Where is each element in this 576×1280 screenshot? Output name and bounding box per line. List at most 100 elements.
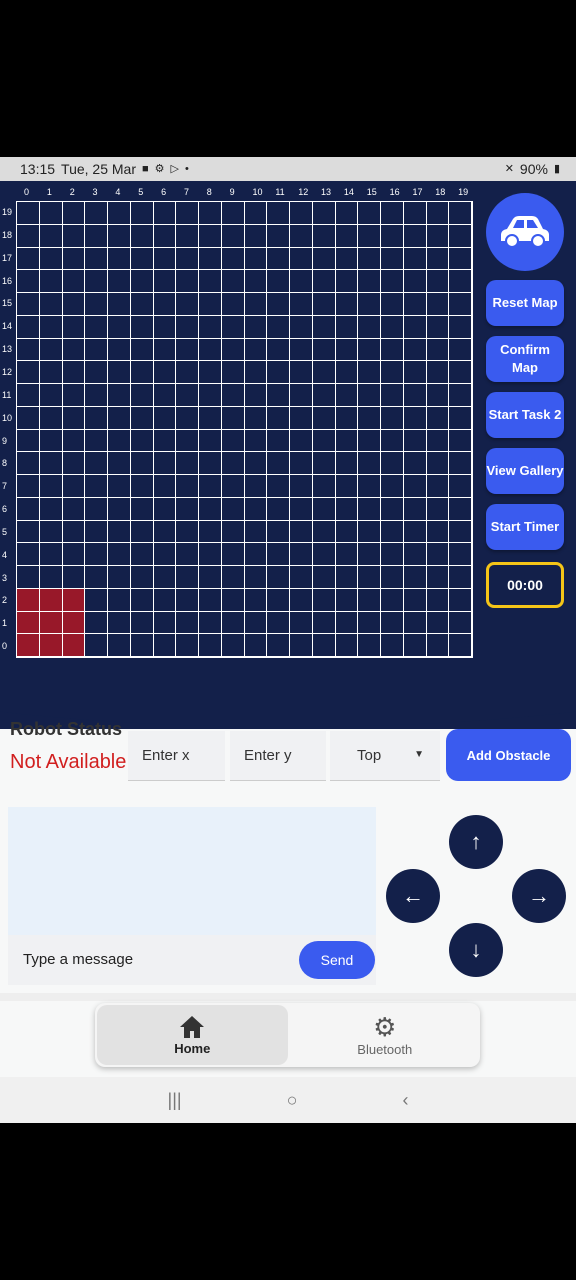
grid-cell[interactable] (290, 384, 313, 407)
grid-cell[interactable] (85, 543, 108, 566)
grid-cell[interactable] (403, 475, 427, 498)
grid-cell[interactable] (130, 338, 154, 362)
grid-cell[interactable] (449, 315, 472, 339)
grid-cell[interactable] (17, 247, 40, 271)
grid-cell[interactable] (244, 338, 268, 362)
grid-cell[interactable] (199, 224, 222, 248)
grid-cell[interactable] (312, 475, 336, 498)
grid-cell[interactable] (176, 361, 199, 384)
grid-cell[interactable] (108, 384, 131, 407)
x-input[interactable]: Enter x (128, 731, 225, 781)
grid-cell[interactable] (62, 543, 86, 566)
grid-cell[interactable] (358, 361, 381, 384)
grid-cell[interactable] (403, 293, 427, 316)
grid-cell[interactable] (335, 543, 359, 566)
grid-cell[interactable] (130, 543, 154, 566)
robot-cell[interactable] (17, 611, 40, 635)
grid-cell[interactable] (267, 315, 290, 339)
grid-cell[interactable] (290, 406, 313, 430)
grid-cell[interactable] (85, 315, 108, 339)
grid-cell[interactable] (403, 361, 427, 384)
grid-cell[interactable] (449, 497, 472, 521)
grid-cell[interactable] (130, 452, 154, 475)
grid-cell[interactable] (62, 270, 86, 293)
grid-cell[interactable] (244, 452, 268, 475)
grid-cell[interactable] (381, 634, 404, 657)
grid-cell[interactable] (267, 520, 290, 544)
grid-cell[interactable] (449, 566, 472, 589)
grid-cell[interactable] (199, 247, 222, 271)
grid-cell[interactable] (221, 361, 245, 384)
grid-cell[interactable] (85, 566, 108, 589)
send-button[interactable]: Send (299, 941, 375, 979)
grid-cell[interactable] (199, 475, 222, 498)
grid-cell[interactable] (426, 520, 450, 544)
grid-cell[interactable] (17, 202, 40, 225)
grid-cell[interactable] (153, 224, 177, 248)
recent-apps-icon[interactable]: ||| (168, 1090, 182, 1111)
grid-cell[interactable] (176, 224, 199, 248)
grid-cell[interactable] (244, 520, 268, 544)
grid-cell[interactable] (130, 634, 154, 657)
grid-cell[interactable] (153, 611, 177, 635)
grid-cell[interactable] (108, 202, 131, 225)
grid-cell[interactable] (358, 497, 381, 521)
grid-cell[interactable] (17, 497, 40, 521)
nav-bluetooth[interactable]: ⚙ Bluetooth (290, 1003, 481, 1067)
grid-cell[interactable] (426, 361, 450, 384)
grid-cell[interactable] (267, 361, 290, 384)
grid-cell[interactable] (108, 315, 131, 339)
grid-cell[interactable] (244, 543, 268, 566)
grid-cell[interactable] (381, 224, 404, 248)
grid-cell[interactable] (244, 384, 268, 407)
grid-cell[interactable] (130, 611, 154, 635)
grid-cell[interactable] (221, 270, 245, 293)
grid-cell[interactable] (39, 406, 63, 430)
grid-cell[interactable] (62, 520, 86, 544)
grid-cell[interactable] (108, 497, 131, 521)
grid-cell[interactable] (17, 406, 40, 430)
grid-cell[interactable] (39, 202, 63, 225)
grid-cell[interactable] (290, 293, 313, 316)
grid-cell[interactable] (267, 247, 290, 271)
grid-cell[interactable] (335, 406, 359, 430)
grid-cell[interactable] (62, 452, 86, 475)
grid-cell[interactable] (449, 202, 472, 225)
reset-map-button[interactable]: Reset Map (486, 280, 564, 326)
move-up-button[interactable]: ↑ (449, 815, 503, 869)
grid-cell[interactable] (199, 497, 222, 521)
grid-cell[interactable] (176, 588, 199, 612)
grid-cell[interactable] (381, 406, 404, 430)
grid-cell[interactable] (85, 202, 108, 225)
grid-cell[interactable] (176, 566, 199, 589)
grid-cell[interactable] (176, 406, 199, 430)
grid-cell[interactable] (381, 475, 404, 498)
grid-cell[interactable] (39, 543, 63, 566)
grid-cell[interactable] (381, 429, 404, 453)
grid-cell[interactable] (62, 497, 86, 521)
grid-cell[interactable] (358, 293, 381, 316)
grid-cell[interactable] (221, 429, 245, 453)
grid-cell[interactable] (62, 475, 86, 498)
grid-cell[interactable] (85, 520, 108, 544)
grid-cell[interactable] (199, 611, 222, 635)
grid-cell[interactable] (290, 543, 313, 566)
grid-cell[interactable] (426, 429, 450, 453)
move-right-button[interactable]: → (512, 869, 566, 923)
grid-cell[interactable] (85, 588, 108, 612)
grid-cell[interactable] (267, 611, 290, 635)
grid-cell[interactable] (62, 384, 86, 407)
grid-cell[interactable] (199, 406, 222, 430)
grid-cell[interactable] (62, 202, 86, 225)
grid-cell[interactable] (449, 361, 472, 384)
grid-cell[interactable] (108, 247, 131, 271)
grid-cell[interactable] (153, 497, 177, 521)
grid-cell[interactable] (449, 224, 472, 248)
grid-cell[interactable] (426, 202, 450, 225)
grid-cell[interactable] (153, 634, 177, 657)
grid-cell[interactable] (17, 384, 40, 407)
grid-cell[interactable] (290, 315, 313, 339)
grid-cell[interactable] (381, 543, 404, 566)
grid-cell[interactable] (290, 611, 313, 635)
direction-select[interactable]: Top ▼ (330, 731, 440, 781)
